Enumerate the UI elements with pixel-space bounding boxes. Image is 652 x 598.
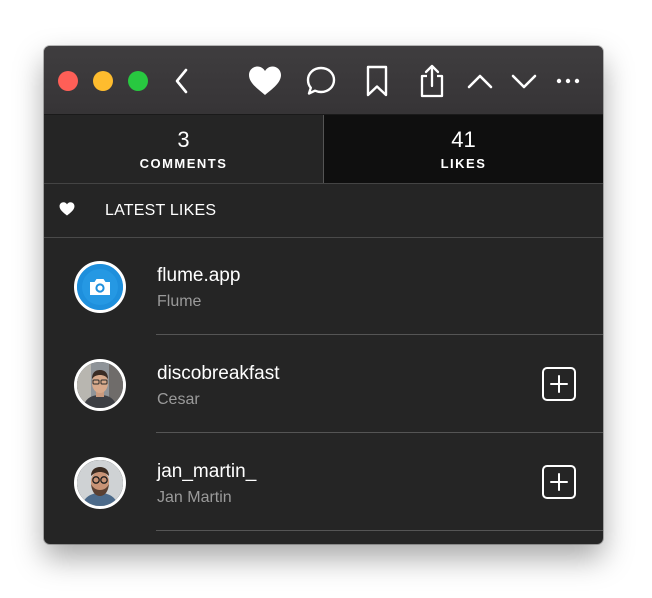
chevron-up-icon[interactable] [463,64,497,98]
zoom-window-button[interactable] [128,71,148,91]
full-name: Flume [157,293,202,310]
tab-likes[interactable]: 41 LIKES [324,115,603,183]
chevron-down-icon[interactable] [507,64,541,98]
follow-button[interactable] [542,465,576,499]
full-name: Cesar [157,391,200,408]
follow-button[interactable] [542,367,576,401]
avatar[interactable] [74,359,126,411]
comments-label: COMMENTS [139,155,228,171]
divider [156,432,603,433]
section-title: LATEST LIKES [105,201,217,219]
tab-comments[interactable]: 3 COMMENTS [44,115,324,183]
plus-icon [550,375,568,393]
counts-tabs: 3 COMMENTS 41 LIKES [44,115,603,184]
avatar[interactable] [74,457,126,509]
likes-count: 41 [451,126,476,152]
divider [156,530,603,531]
share-icon[interactable] [415,64,449,98]
username[interactable]: flume.app [157,265,240,287]
latest-likes-header: LATEST LIKES [44,184,603,238]
comments-count: 3 [177,126,190,152]
list-item[interactable]: flume.app Flume [44,238,603,335]
profile-photo [77,362,123,408]
title-bar [44,46,603,115]
plus-icon [550,473,568,491]
username[interactable]: jan_martin_ [157,461,256,483]
minimize-window-button[interactable] [93,71,113,91]
full-name: Jan Martin [157,489,232,506]
app-window: 3 COMMENTS 41 LIKES LATEST LIKES flume.a… [44,46,603,544]
profile-photo [77,460,123,506]
list-item[interactable]: discobreakfast Cesar [44,336,603,433]
avatar[interactable] [74,261,126,313]
divider [156,334,603,335]
close-window-button[interactable] [58,71,78,91]
heart-icon [59,202,75,221]
list-item[interactable]: jan_martin_ Jan Martin [44,434,603,531]
camera-icon [77,264,123,310]
comment-icon[interactable] [304,64,338,98]
username[interactable]: discobreakfast [157,363,280,385]
more-icon[interactable] [551,64,585,98]
bookmark-icon[interactable] [360,64,394,98]
likes-label: LIKES [440,155,487,171]
back-icon[interactable] [165,64,199,98]
heart-icon[interactable] [248,64,282,98]
